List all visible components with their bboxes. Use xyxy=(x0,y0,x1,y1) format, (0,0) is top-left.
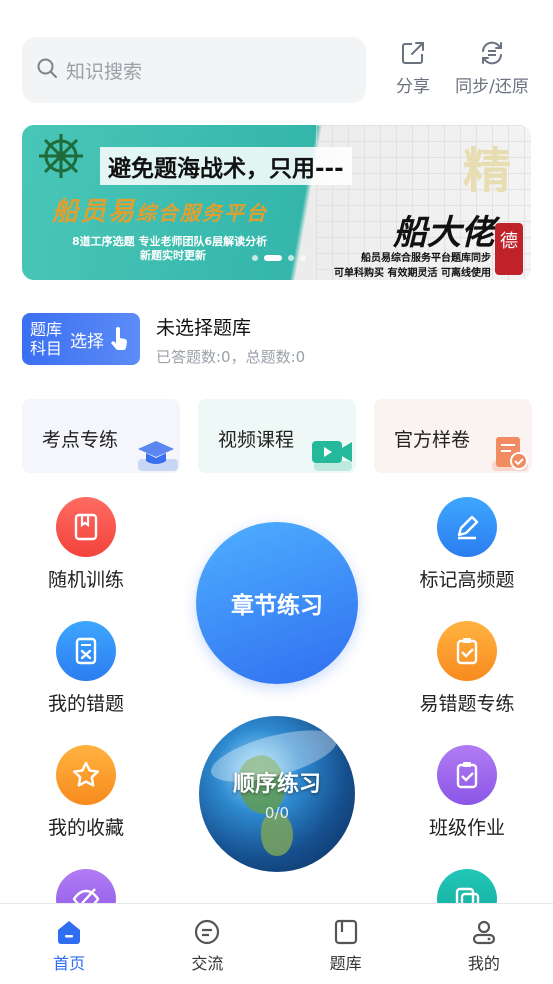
random-training-button[interactable]: 随机训练 xyxy=(6,497,166,592)
tab-home[interactable]: 首页 xyxy=(0,904,138,984)
select-bank-tag-line2: 科目 xyxy=(30,339,63,358)
mark-frequent-button[interactable]: 标记高频题 xyxy=(387,497,547,592)
user-icon xyxy=(472,920,495,945)
banner-big-char: 精 xyxy=(462,143,511,199)
home-icon xyxy=(58,921,81,944)
tab-profile-label: 我的 xyxy=(467,954,500,973)
select-bank-label: 选择 xyxy=(70,331,104,352)
my-wrong-questions-label: 我的错题 xyxy=(47,693,124,715)
feature-key-points-label: 考点专练 xyxy=(42,429,119,451)
my-favorites-label: 我的收藏 xyxy=(47,817,124,839)
star-icon xyxy=(56,745,116,805)
banner-right-brand: 船大佬 xyxy=(393,213,495,253)
chat-icon xyxy=(195,919,220,945)
book-icon xyxy=(56,497,116,557)
bank-title: 未选择题库 xyxy=(156,317,252,339)
search-input[interactable]: 知识搜索 xyxy=(22,37,366,103)
feature-official-papers-label: 官方样卷 xyxy=(394,429,471,451)
class-homework-button[interactable]: 班级作业 xyxy=(387,745,547,840)
tap-hand-icon xyxy=(111,327,128,351)
checklist-icon xyxy=(437,621,497,681)
answered-count: 已答题数:0 xyxy=(156,348,231,366)
banner-desc-2: 新题实时更新 xyxy=(140,249,206,262)
promo-banner[interactable]: 避免题海战术，只用--- 船员易综合服务平台 8道工序选题 专业老师团队6层解读… xyxy=(22,125,531,280)
select-bank-tag: 题库 科目 xyxy=(30,320,64,358)
tab-question-bank[interactable]: 题库 xyxy=(277,904,415,984)
search-placeholder: 知识搜索 xyxy=(66,60,143,83)
banner-dot[interactable] xyxy=(300,255,306,261)
pencil-icon xyxy=(437,497,497,557)
chapter-practice-button[interactable]: 章节练习 xyxy=(196,522,358,684)
feature-key-points[interactable]: 考点专练 xyxy=(22,399,180,473)
homework-icon xyxy=(437,745,497,805)
easy-wrong-practice-button[interactable]: 易错题专练 xyxy=(387,621,547,716)
bottom-tab-bar: 首页 交流 题库 我的 xyxy=(0,903,553,984)
share-button[interactable]: 分享 xyxy=(378,40,448,97)
banner-dot[interactable] xyxy=(288,255,294,261)
select-bank-tag-line1: 题库 xyxy=(30,320,63,339)
easy-wrong-practice-label: 易错题专练 xyxy=(419,693,515,715)
total-count: 总题数:0 xyxy=(245,348,306,366)
share-icon xyxy=(402,42,424,64)
banner-headline: 避免题海战术，只用--- xyxy=(100,147,352,185)
banner-brand-name: 船员易 xyxy=(52,197,137,227)
graduation-cap-icon xyxy=(138,441,178,471)
tab-profile[interactable]: 我的 xyxy=(415,904,553,984)
exam-paper-icon xyxy=(492,437,528,471)
stats-separator: ， xyxy=(230,348,246,366)
sequence-practice-button[interactable]: 顺序练习 0/0 xyxy=(199,716,355,872)
banner-brand-suffix: 综合服务平台 xyxy=(136,201,269,225)
sync-label: 同步/还原 xyxy=(455,77,529,97)
banner-dot[interactable] xyxy=(252,255,258,261)
tab-community[interactable]: 交流 xyxy=(138,904,276,984)
feature-official-papers[interactable]: 官方样卷 xyxy=(374,399,532,473)
sync-button[interactable]: 同步/还原 xyxy=(452,40,532,97)
sequence-progress: 0/0 xyxy=(264,804,290,822)
banner-right-desc-2: 可单科购买 有效期灵活 可离线使用 xyxy=(334,268,491,279)
my-wrong-questions-button[interactable]: 我的错题 xyxy=(6,621,166,716)
banner-dot-active[interactable] xyxy=(264,255,282,261)
sequence-practice-label: 顺序练习 xyxy=(232,772,321,797)
banner-pagination xyxy=(252,255,306,261)
share-label: 分享 xyxy=(396,77,430,97)
sync-icon xyxy=(482,41,502,65)
chapter-practice-label: 章节练习 xyxy=(231,593,323,619)
tab-question-bank-label: 题库 xyxy=(329,954,362,973)
tab-home-label: 首页 xyxy=(53,954,86,973)
banner-seal: 德 xyxy=(495,223,523,275)
banner-right-desc-1: 船员易综合服务平台题库同步 xyxy=(361,253,491,264)
my-favorites-button[interactable]: 我的收藏 xyxy=(6,745,166,840)
feature-video-course[interactable]: 视频课程 xyxy=(198,399,356,473)
random-training-label: 随机训练 xyxy=(47,569,124,591)
class-homework-label: 班级作业 xyxy=(428,817,505,839)
question-bank-row: 题库 科目 选择 未选择题库 已答题数:0，总题数:0 xyxy=(22,313,532,369)
banner-brand: 船员易综合服务平台 xyxy=(52,191,268,228)
select-bank-button[interactable]: 题库 科目 选择 xyxy=(22,313,140,365)
mark-frequent-label: 标记高频题 xyxy=(419,569,515,591)
wrong-questions-icon xyxy=(56,621,116,681)
video-camera-icon xyxy=(312,441,352,471)
ship-wheel-icon xyxy=(39,134,83,178)
bank-stats: 已答题数:0，总题数:0 xyxy=(156,346,305,367)
feature-video-course-label: 视频课程 xyxy=(218,429,295,451)
search-icon xyxy=(36,57,58,83)
tab-community-label: 交流 xyxy=(191,954,224,973)
book-icon xyxy=(334,919,357,945)
